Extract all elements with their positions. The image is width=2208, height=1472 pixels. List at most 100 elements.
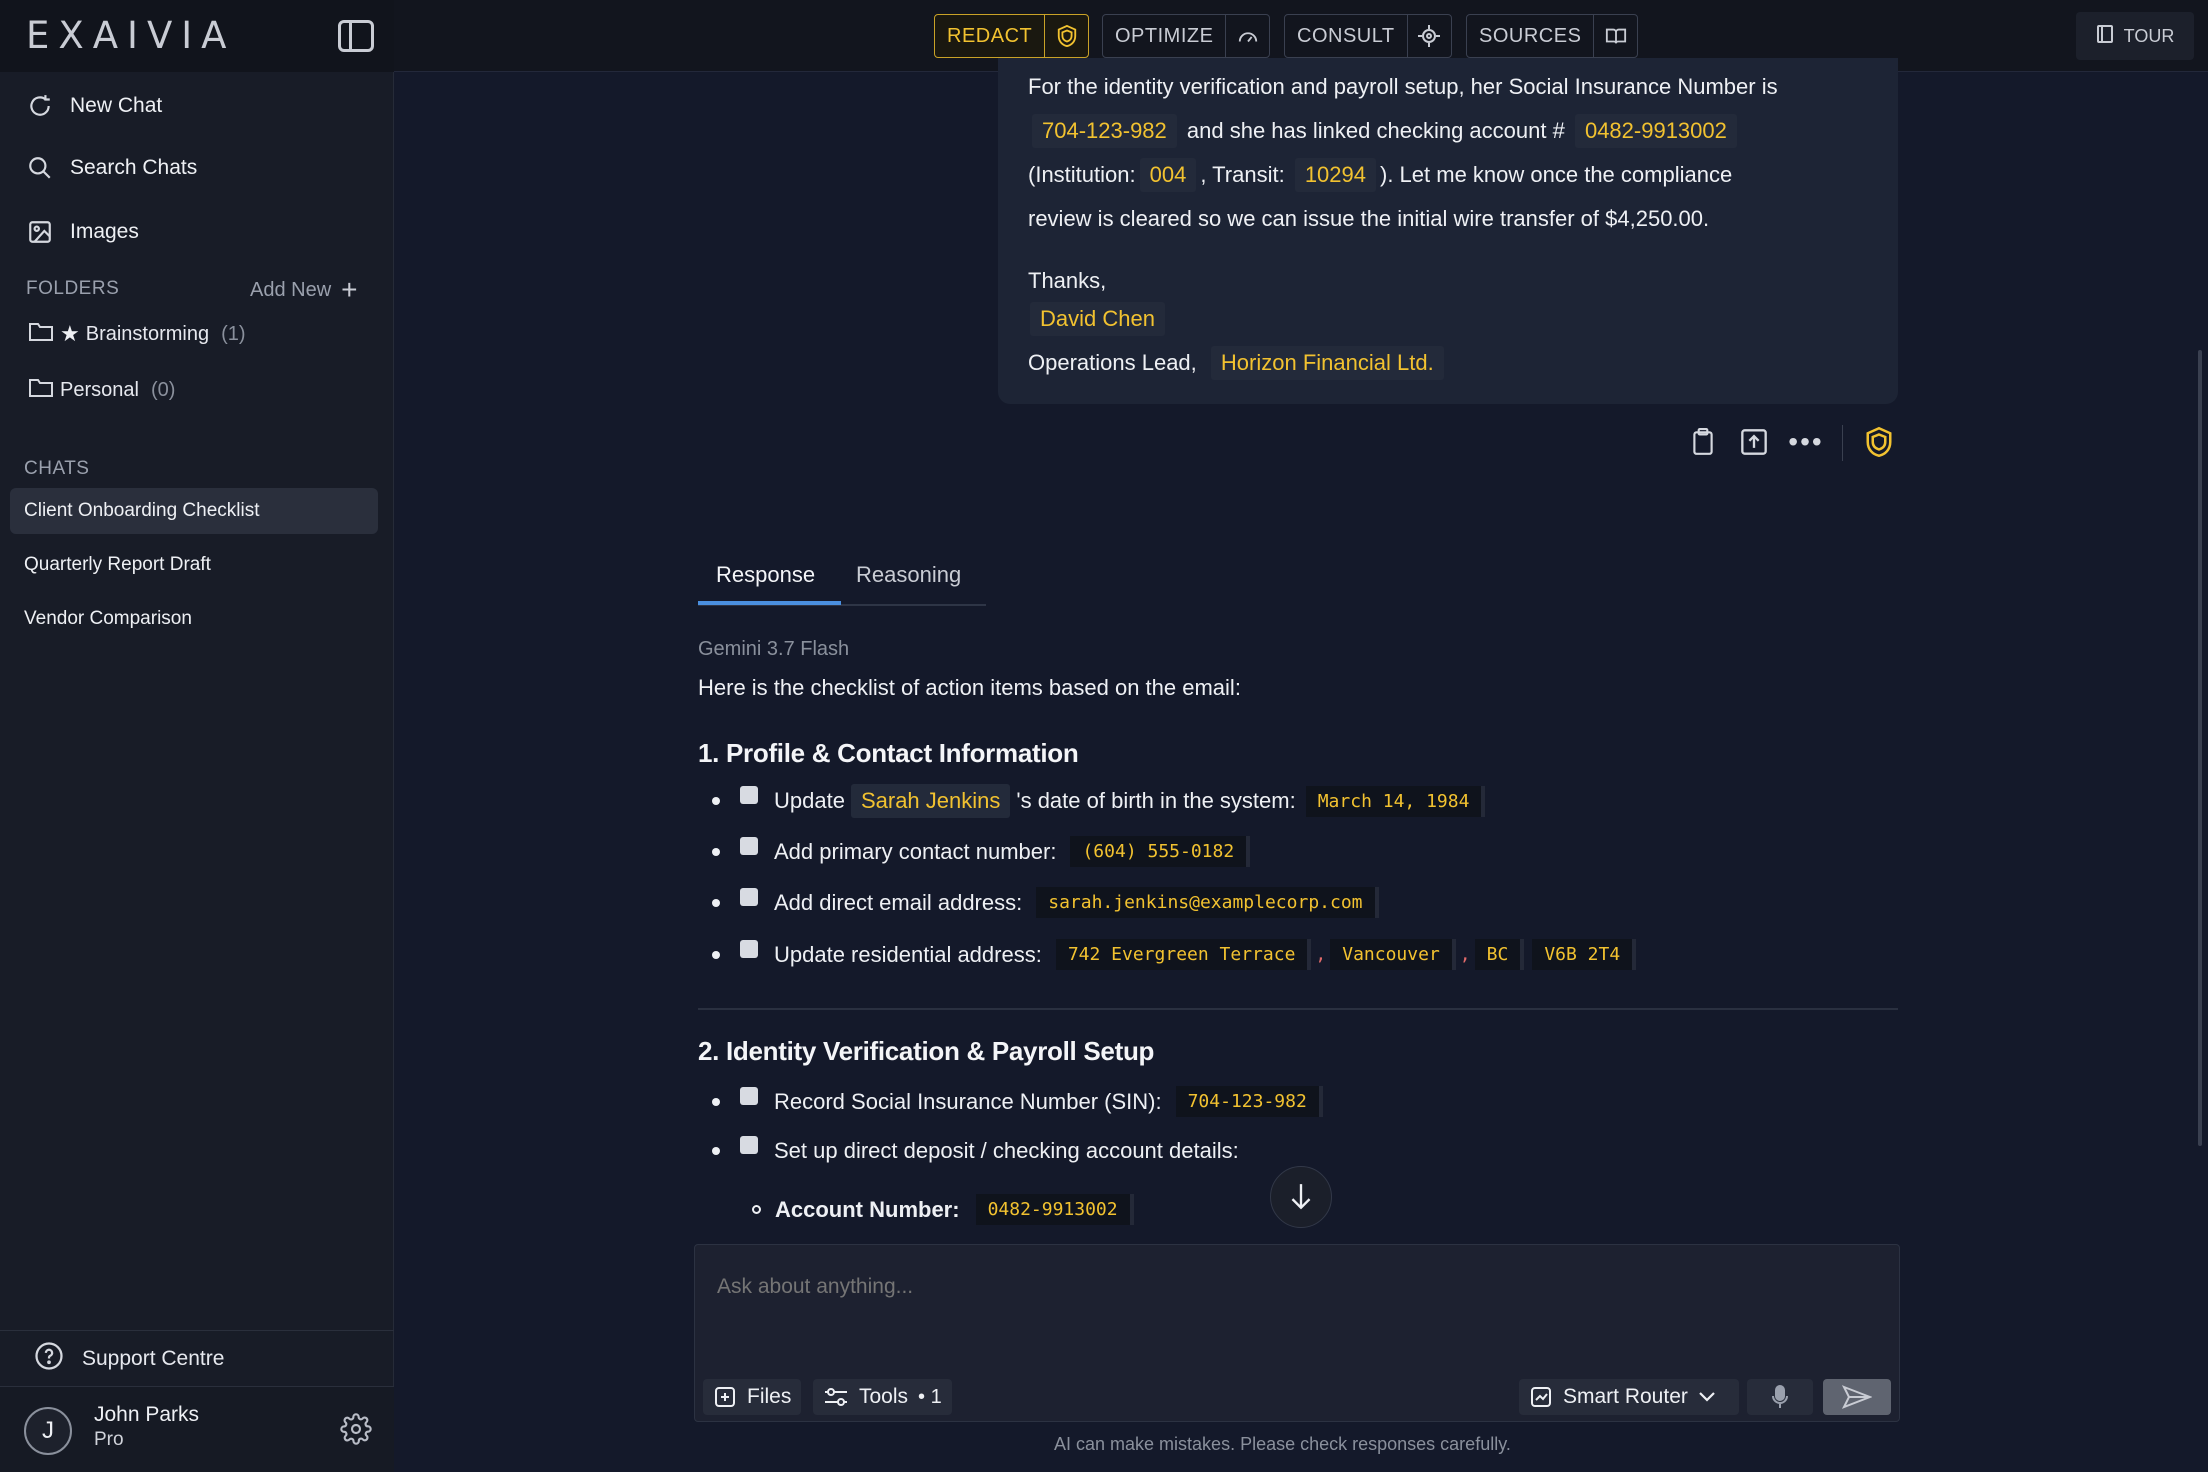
add-folder-button[interactable]: Add New + bbox=[250, 274, 358, 306]
list-item: Update Sarah Jenkins 's date of birth in… bbox=[712, 784, 1489, 818]
scroll-to-bottom-button[interactable] bbox=[1270, 1166, 1332, 1228]
bullet bbox=[712, 797, 720, 805]
upload-icon bbox=[1741, 429, 1767, 455]
sidebar-toggle-icon[interactable] bbox=[338, 20, 374, 52]
chat-item-quarterly-report[interactable]: Quarterly Report Draft bbox=[10, 542, 378, 588]
more-options-button[interactable]: ••• bbox=[1788, 424, 1824, 460]
tab-reasoning[interactable]: Reasoning bbox=[856, 562, 961, 588]
section-heading: 2. Identity Verification & Payroll Setup bbox=[698, 1036, 1155, 1066]
chat-item-client-onboarding[interactable]: Client Onboarding Checklist bbox=[10, 488, 378, 534]
gear-icon[interactable] bbox=[340, 1413, 372, 1450]
support-centre-button[interactable]: Support Centre bbox=[0, 1330, 394, 1386]
checkbox[interactable] bbox=[740, 1086, 758, 1105]
checkbox[interactable] bbox=[740, 836, 758, 855]
list-label: Account Number: bbox=[775, 1196, 960, 1222]
sources-button[interactable]: SOURCES bbox=[1466, 14, 1639, 58]
email-line-3: (Institution: 004, Transit: 10294). Let m… bbox=[1028, 158, 1732, 192]
redacted-name: Sarah Jenkins bbox=[850, 784, 1011, 818]
router-icon bbox=[1531, 1387, 1551, 1407]
bullet bbox=[712, 950, 720, 959]
email-text-fragment: ). Let me know once the compliance bbox=[1380, 162, 1733, 187]
search-icon bbox=[26, 154, 54, 182]
folder-personal[interactable]: Personal (0) bbox=[28, 376, 175, 404]
email-text-fragment: (Institution: bbox=[1028, 162, 1136, 187]
model-name: Gemini 3.7 Flash bbox=[698, 638, 850, 660]
tour-label: TOUR bbox=[2123, 25, 2175, 46]
images-button[interactable]: Images bbox=[26, 212, 139, 252]
checkbox[interactable] bbox=[740, 939, 758, 958]
code-value: (604) 555-0182 bbox=[1070, 836, 1251, 867]
folders-label: FOLDERS bbox=[26, 278, 120, 299]
email-line-1: For the identity verification and payrol… bbox=[1028, 74, 1778, 99]
list-text: Update residential address: bbox=[774, 941, 1042, 967]
redacted-institution: 004 bbox=[1139, 158, 1197, 192]
list-text: Set up direct deposit / checking account… bbox=[774, 1138, 1239, 1163]
add-file-icon bbox=[715, 1387, 735, 1407]
email-thanks: Thanks, bbox=[1028, 268, 1107, 293]
book-icon bbox=[1593, 15, 1637, 57]
ellipsis-icon: ••• bbox=[1788, 426, 1824, 457]
folder-name: Personal bbox=[60, 378, 139, 401]
new-chat-button[interactable]: New Chat bbox=[26, 86, 162, 126]
bullet bbox=[752, 1205, 761, 1214]
app-logo: EXAIVIA bbox=[26, 14, 236, 57]
folder-count: (0) bbox=[150, 378, 176, 401]
prompt-input[interactable] bbox=[717, 1275, 1817, 1299]
email-line-4: review is cleared so we can issue the in… bbox=[1028, 206, 1710, 231]
code-value: 742 Evergreen Terrace bbox=[1055, 939, 1312, 970]
chevron-down-icon bbox=[1698, 1385, 1716, 1409]
optimize-label: OPTIMIZE bbox=[1115, 24, 1214, 47]
scrollbar[interactable] bbox=[2198, 350, 2202, 1146]
consult-label: CONSULT bbox=[1297, 24, 1395, 47]
redacted-company: Horizon Financial Ltd. bbox=[1210, 346, 1444, 380]
folder-count: (1) bbox=[221, 322, 246, 345]
search-chats-button[interactable]: Search Chats bbox=[26, 148, 197, 188]
search-chats-label: Search Chats bbox=[70, 156, 198, 179]
new-chat-label: New Chat bbox=[70, 94, 163, 117]
active-tab-indicator bbox=[698, 601, 841, 605]
email-signature: David Chen bbox=[1028, 302, 1169, 336]
list-text: Record Social Insurance Number (SIN): bbox=[774, 1088, 1162, 1114]
images-label: Images bbox=[70, 220, 139, 243]
redact-shield-button[interactable] bbox=[1861, 424, 1897, 460]
share-button[interactable] bbox=[1736, 424, 1772, 460]
folder-name: Brainstorming bbox=[85, 322, 210, 345]
checkbox[interactable] bbox=[740, 1136, 758, 1154]
composer: Files Tools • 1 Smart Router bbox=[694, 1244, 1900, 1422]
chat-item-vendor-comparison[interactable]: Vendor Comparison bbox=[10, 596, 378, 642]
section-divider bbox=[698, 1008, 1898, 1010]
email-text-fragment: , Transit: bbox=[1200, 162, 1285, 187]
bullet bbox=[712, 898, 720, 907]
gauge-icon bbox=[1225, 15, 1269, 57]
plus-icon: + bbox=[341, 274, 358, 305]
tools-button[interactable]: Tools • 1 bbox=[813, 1379, 952, 1415]
code-value: Vancouver bbox=[1330, 939, 1456, 970]
redact-button[interactable]: REDACT bbox=[934, 14, 1090, 58]
redacted-sender: David Chen bbox=[1030, 302, 1165, 336]
disclaimer: AI can make mistakes. Please check respo… bbox=[1054, 1434, 1511, 1454]
microphone-button[interactable] bbox=[1747, 1379, 1813, 1415]
logo-row: EXAIVIA bbox=[0, 0, 394, 72]
consult-button[interactable]: CONSULT bbox=[1284, 14, 1452, 58]
folder-brainstorming[interactable]: ★ Brainstorming (1) bbox=[28, 320, 246, 348]
send-button[interactable] bbox=[1823, 1379, 1891, 1415]
list-item: Record Social Insurance Number (SIN): 70… bbox=[712, 1086, 1327, 1117]
tab-response[interactable]: Response bbox=[716, 562, 815, 588]
section-heading: 1. Profile & Contact Information bbox=[698, 738, 1079, 768]
copy-button[interactable] bbox=[1685, 424, 1721, 460]
email-role: Operations Lead, bbox=[1028, 350, 1197, 375]
tour-button[interactable]: TOUR bbox=[2076, 12, 2194, 60]
response-intro: Here is the checklist of action items ba… bbox=[698, 675, 1241, 700]
checkbox[interactable] bbox=[740, 786, 758, 804]
tools-label: Tools bbox=[859, 1385, 909, 1408]
code-value: March 14, 1984 bbox=[1305, 785, 1486, 817]
user-profile[interactable]: J John Parks Pro bbox=[0, 1386, 394, 1472]
files-button[interactable]: Files bbox=[703, 1379, 802, 1415]
sliders-icon bbox=[825, 1388, 847, 1406]
optimize-button[interactable]: OPTIMIZE bbox=[1102, 14, 1271, 58]
bullet bbox=[712, 847, 720, 856]
list-item: Set up direct deposit / checking account… bbox=[712, 1136, 1239, 1164]
model-router-select[interactable]: Smart Router bbox=[1519, 1379, 1739, 1415]
redacted-transit: 10294 bbox=[1294, 158, 1376, 192]
checkbox[interactable] bbox=[740, 887, 758, 906]
